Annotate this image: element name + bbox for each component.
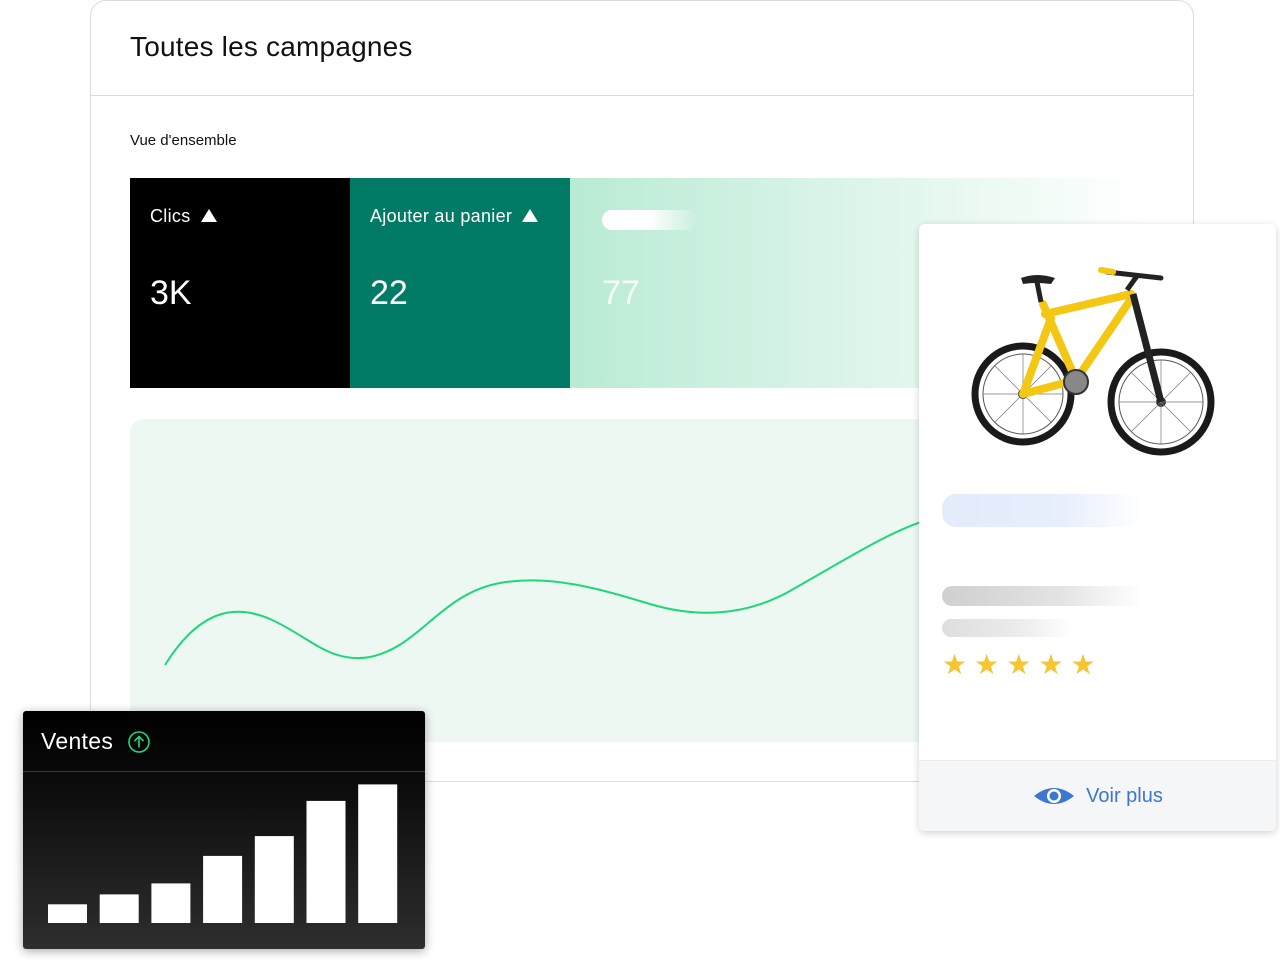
metric-label-row: Clics [150,206,217,227]
star-icon: ★ [1038,648,1064,681]
metric-card-add-to-cart[interactable]: Ajouter au panier 22 [350,178,570,388]
trend-line [164,518,931,666]
sales-header: Ventes [23,711,425,772]
overview-label: Vue d'ensemble [130,132,237,149]
star-rating: ★ ★ ★ ★ ★ [942,650,1096,680]
metric-label-row: Ajouter au panier [370,206,539,227]
sales-bar-2 [99,894,139,923]
sales-bar-5 [254,836,294,923]
sales-bar-4 [203,855,243,923]
view-more-button[interactable]: Voir plus [919,760,1276,831]
metric-value: 3K [150,274,192,312]
metric-card-clicks[interactable]: Clics 3K [130,178,350,388]
eye-icon [1034,788,1075,804]
arrow-up-circle-icon [128,731,150,753]
sales-bar-1 [48,904,87,923]
sales-bar-6 [306,800,346,923]
text-skeleton-line [942,586,1142,606]
text-skeleton-line [942,619,1072,637]
metric-value: 22 [370,274,408,312]
metric-value: 77 [602,274,640,312]
label-placeholder-bar [602,210,697,230]
star-icon: ★ [974,648,1000,681]
star-icon: ★ [1070,648,1096,681]
metric-label: Clics [150,206,191,226]
sales-bar-chart [48,784,398,923]
sales-widget: Ventes [23,711,425,949]
sales-bar-7 [358,784,398,923]
star-icon: ★ [1006,648,1032,681]
dashboard-header: Toutes les campagnes [91,1,1193,96]
triangle-up-icon [522,208,539,222]
page-title: Toutes les campagnes [130,31,413,62]
sales-title: Ventes [41,728,114,754]
star-icon: ★ [942,648,968,681]
view-more-label: Voir plus [1086,784,1163,807]
metric-label: Ajouter au panier [370,206,513,226]
sales-bar-3 [151,883,191,923]
title-skeleton [942,494,1142,527]
bicycle-image [971,267,1215,456]
triangle-up-icon [200,208,217,222]
product-card[interactable]: ★ ★ ★ ★ ★ Voir plus [919,224,1276,831]
